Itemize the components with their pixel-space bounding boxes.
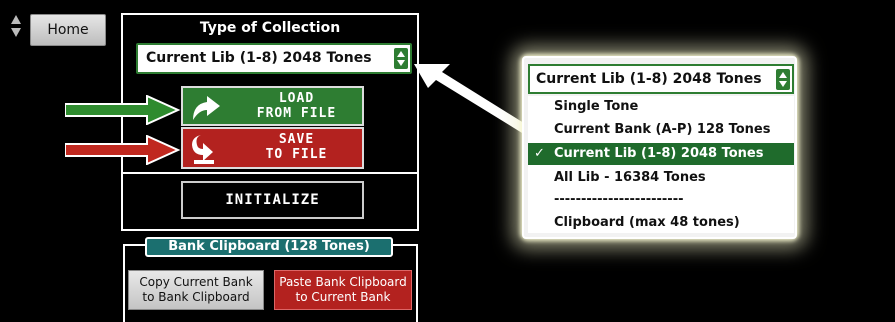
option-separator: ------------------------	[554, 192, 684, 207]
up-down-arrows-icon[interactable]	[11, 14, 21, 38]
save-to-file-button[interactable]: SAVE TO FILE	[181, 127, 364, 169]
option-current-lib-label: Current Lib (1-8) 2048 Tones	[554, 146, 764, 161]
collection-type-value: Current Lib (1-8) 2048 Tones	[146, 50, 372, 66]
option-single-tone[interactable]: Single Tone	[528, 96, 794, 118]
option-clipboard[interactable]: Clipboard (max 48 tones)	[528, 212, 794, 234]
copy-label-line2: to Bank Clipboard	[142, 290, 250, 304]
paste-label-line1: Paste Bank Clipboard	[279, 275, 407, 289]
panel-divider	[121, 172, 419, 174]
save-label-line2: TO FILE	[265, 147, 328, 162]
dropdown-selected-value: Current Lib (1-8) 2048 Tones	[536, 71, 762, 87]
initialize-button[interactable]: INITIALIZE	[181, 181, 364, 219]
bank-clipboard-title: Bank Clipboard (128 Tones)	[145, 237, 393, 257]
pointer-arrow-icon	[400, 50, 540, 144]
copy-bank-button[interactable]: Copy Current Bank to Bank Clipboard	[128, 270, 264, 310]
option-current-bank[interactable]: Current Bank (A-P) 128 Tones	[528, 119, 794, 141]
dropdown-stepper-icon	[776, 69, 790, 90]
collection-title: Type of Collection	[199, 20, 341, 36]
home-button[interactable]: Home	[30, 14, 106, 46]
load-label-line2: FROM FILE	[256, 106, 337, 121]
green-arrow-icon	[64, 94, 181, 129]
load-arrow-icon	[189, 92, 223, 126]
copy-label-line1: Copy Current Bank	[139, 275, 253, 289]
dropdown-options-list: Single Tone Current Bank (A-P) 128 Tones…	[528, 96, 794, 233]
collection-type-select[interactable]: Current Lib (1-8) 2048 Tones	[136, 43, 412, 74]
load-from-file-button[interactable]: LOAD FROM FILE	[181, 86, 364, 126]
dropdown-select[interactable]: Current Lib (1-8) 2048 Tones	[528, 64, 794, 94]
save-arrow-icon	[189, 133, 223, 169]
save-label-line1: SAVE	[278, 132, 315, 147]
option-all-lib[interactable]: All Lib - 16384 Tones	[528, 167, 794, 189]
checkmark-icon: ✓	[534, 146, 545, 161]
option-current-lib[interactable]: ✓ Current Lib (1-8) 2048 Tones	[528, 143, 794, 165]
red-arrow-icon	[64, 134, 181, 169]
paste-bank-button[interactable]: Paste Bank Clipboard to Current Bank	[274, 270, 412, 310]
load-label-line1: LOAD	[278, 91, 315, 106]
paste-label-line2: to Current Bank	[295, 290, 391, 304]
